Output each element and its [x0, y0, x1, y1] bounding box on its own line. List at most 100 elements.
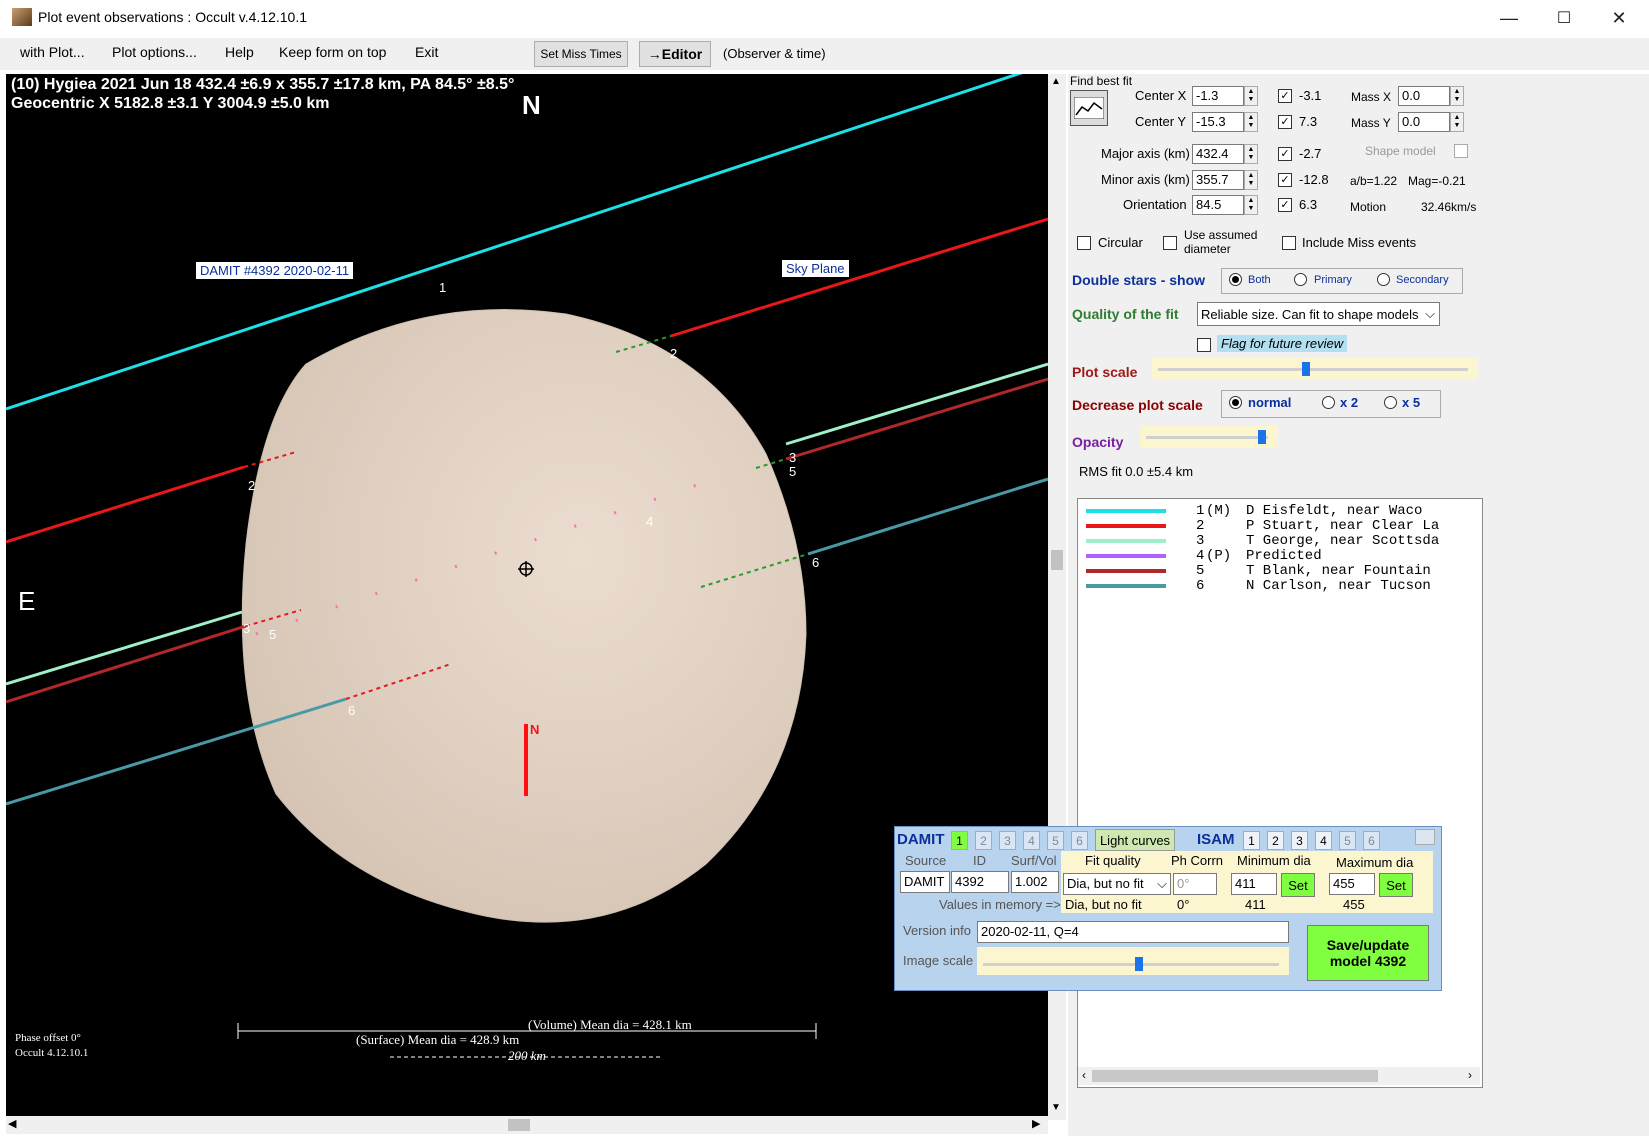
legend-row[interactable]: 2 P Stuart, near Clear La	[1078, 518, 1482, 534]
minor-fit-checkbox[interactable]: ✓	[1278, 173, 1292, 187]
observer-list-hscroll[interactable]: ‹ ›	[1078, 1067, 1480, 1085]
quality-select[interactable]: Reliable size. Can fit to shape models ⌵	[1197, 302, 1440, 326]
observer-list-thumb[interactable]	[1092, 1070, 1378, 1082]
values-in-memory-label: Values in memory =>	[939, 897, 1061, 912]
legend-row[interactable]: 5 T Blank, near Fountain	[1078, 563, 1482, 579]
center-y-input[interactable]: -15.3	[1192, 112, 1244, 132]
isam-tab-6[interactable]: 6	[1363, 831, 1380, 850]
plot-canvas[interactable]: (10) Hygiea 2021 Jun 18 432.4 ±6.9 x 355…	[6, 74, 1048, 1116]
damit-close-box[interactable]	[1415, 829, 1435, 845]
shape-north-label: N	[530, 722, 540, 737]
version-label: Occult 4.12.10.1	[15, 1047, 89, 1059]
fit-quality-select[interactable]: Dia, but no fit ⌵	[1063, 873, 1171, 895]
center-x-fit-checkbox[interactable]: ✓	[1278, 89, 1292, 103]
minor-axis-input[interactable]: 355.7	[1192, 170, 1244, 190]
image-scale-thumb[interactable]	[1135, 957, 1143, 971]
center-x-spinner[interactable]: ▲ ▼	[1244, 86, 1258, 106]
mass-x-input[interactable]: 0.0	[1398, 86, 1450, 106]
isam-tab-1[interactable]: 1	[1243, 831, 1260, 850]
scroll-thumb-v[interactable]	[1051, 550, 1063, 570]
damit-tab-1[interactable]: 1	[951, 831, 968, 850]
observer-list[interactable]: 1 (M) D Eisfeldt, near Waco 2 P Stuart, near…	[1077, 498, 1483, 1088]
double-both-radio[interactable]	[1229, 273, 1242, 286]
orientation-fit-checkbox[interactable]: ✓	[1278, 198, 1292, 212]
set-miss-times-button[interactable]: Set Miss Times	[534, 41, 628, 67]
version-info-field[interactable]: 2020-02-11, Q=4	[977, 921, 1289, 943]
legend-swatch	[1086, 584, 1166, 588]
legend-row[interactable]: 1 (M) D Eisfeldt, near Waco	[1078, 503, 1482, 519]
scroll-thumb-h[interactable]	[508, 1119, 530, 1131]
id-field[interactable]: 4392	[951, 871, 1009, 893]
rms-fit-label: RMS fit 0.0 ±5.4 km	[1079, 464, 1194, 479]
center-y-fit-checkbox[interactable]: ✓	[1278, 115, 1292, 129]
legend-row[interactable]: 3 T George, near Scottsda	[1078, 533, 1482, 549]
plot-horizontal-scrollbar[interactable]: ◀ ▶	[6, 1116, 1048, 1134]
maximize-icon[interactable]: ☐	[1536, 2, 1592, 34]
opacity-thumb[interactable]	[1258, 430, 1266, 444]
motion-label: Motion	[1350, 200, 1387, 214]
set-min-dia-button[interactable]: Set	[1281, 873, 1315, 897]
surf-vol-field[interactable]: 1.002	[1011, 871, 1059, 893]
double-secondary-radio[interactable]	[1377, 273, 1390, 286]
isam-tab-4[interactable]: 4	[1315, 831, 1332, 850]
menu-plot-options[interactable]: Plot options...	[112, 44, 197, 60]
close-icon[interactable]: ✕	[1591, 2, 1647, 34]
decrease-x2-radio[interactable]	[1322, 396, 1335, 409]
major-axis-input[interactable]: 432.4	[1192, 144, 1244, 164]
damit-tab-3[interactable]: 3	[999, 831, 1016, 850]
major-axis-spinner[interactable]: ▲ ▼	[1244, 144, 1258, 164]
legend-row[interactable]: 6 N Carlson, near Tucson	[1078, 578, 1482, 594]
damit-tab-6[interactable]: 6	[1071, 831, 1088, 850]
opacity-label: Opacity	[1072, 434, 1124, 450]
flag-review-checkbox[interactable]	[1197, 338, 1211, 352]
isam-tab-3[interactable]: 3	[1291, 831, 1308, 850]
orientation-spinner[interactable]: ▲ ▼	[1244, 195, 1258, 215]
center-y-spinner[interactable]: ▲ ▼	[1244, 112, 1258, 132]
menu-help[interactable]: Help	[225, 44, 254, 60]
save-update-model-button[interactable]: Save/update model 4392	[1307, 925, 1429, 981]
damit-tab-2[interactable]: 2	[975, 831, 992, 850]
observer-time-label[interactable]: (Observer & time)	[723, 46, 826, 61]
editor-button[interactable]: →Editor	[639, 41, 711, 67]
menu-with-plot[interactable]: with Plot...	[20, 44, 85, 60]
isam-tab-5[interactable]: 5	[1339, 831, 1356, 850]
center-y-label: Center Y	[1135, 114, 1187, 129]
menu-keep-on-top[interactable]: Keep form on top	[279, 44, 386, 60]
set-max-dia-button[interactable]: Set	[1379, 873, 1413, 897]
shape-model-checkbox[interactable]	[1454, 144, 1468, 158]
minimize-icon[interactable]: —	[1481, 2, 1537, 34]
orientation-fit-value: 6.3	[1299, 197, 1318, 212]
include-miss-checkbox[interactable]	[1282, 236, 1296, 250]
minor-axis-spinner[interactable]: ▲ ▼	[1244, 170, 1258, 190]
double-primary-radio[interactable]	[1294, 273, 1307, 286]
decrease-x5-radio[interactable]	[1384, 396, 1397, 409]
decrease-normal-radio[interactable]	[1229, 396, 1242, 409]
center-x-input[interactable]: -1.3	[1192, 86, 1244, 106]
quality-label: Quality of the fit	[1072, 306, 1179, 322]
ph-corr-field[interactable]: 0°	[1173, 873, 1217, 895]
image-scale-slider[interactable]	[977, 947, 1289, 975]
damit-tab-5[interactable]: 5	[1047, 831, 1064, 850]
plot-scale-thumb[interactable]	[1302, 362, 1310, 376]
max-dia-field[interactable]: 455	[1329, 873, 1375, 895]
legend-row[interactable]: 4 (P) Predicted	[1078, 548, 1482, 564]
circular-checkbox[interactable]	[1077, 236, 1091, 250]
plot-scale-slider[interactable]	[1152, 358, 1478, 380]
light-curves-button[interactable]: Light curves	[1095, 829, 1175, 851]
damit-tab-4[interactable]: 4	[1023, 831, 1040, 850]
legend-observer-name: P Stuart, near Clear La	[1246, 518, 1440, 534]
major-fit-value: -2.7	[1299, 146, 1322, 161]
source-field[interactable]: DAMIT	[900, 871, 950, 893]
min-dia-field[interactable]: 411	[1231, 873, 1277, 895]
menu-exit[interactable]: Exit	[415, 44, 438, 60]
opacity-slider[interactable]	[1140, 426, 1278, 448]
major-fit-checkbox[interactable]: ✓	[1278, 147, 1292, 161]
orientation-input[interactable]: 84.5	[1192, 195, 1244, 215]
mass-y-input[interactable]: 0.0	[1398, 112, 1450, 132]
best-fit-button[interactable]	[1070, 90, 1108, 126]
mass-x-spinner[interactable]: ▲ ▼	[1450, 86, 1464, 106]
orientation-label: Orientation	[1123, 197, 1187, 212]
use-assumed-checkbox[interactable]	[1163, 236, 1177, 250]
isam-tab-2[interactable]: 2	[1267, 831, 1284, 850]
mass-y-spinner[interactable]: ▲ ▼	[1450, 112, 1464, 132]
